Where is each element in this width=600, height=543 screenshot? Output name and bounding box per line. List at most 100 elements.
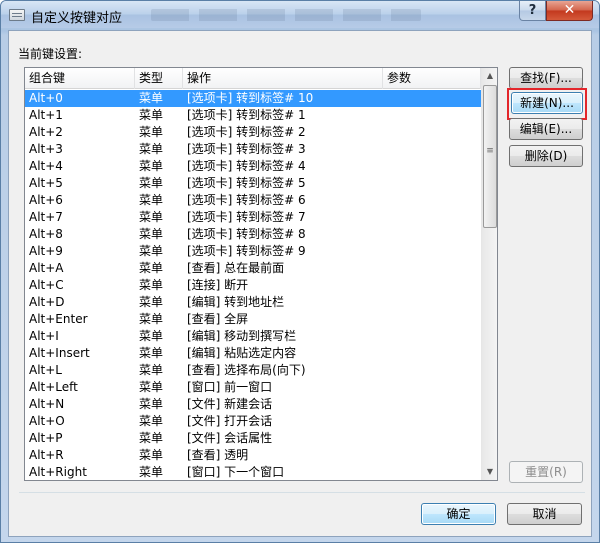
row-type-cell: 菜单 (139, 142, 164, 156)
current-key-settings-label: 当前键设置: (18, 47, 83, 61)
row-type-cell: 菜单 (139, 295, 164, 309)
row-key-cell: Alt+C (29, 278, 64, 292)
dialog-window: 自定义按键对应 ? ✕ 当前键设置: 组合键 类型 操作 参数 Alt+0 菜单 [… (0, 0, 600, 543)
row-key-cell: Alt+Left (29, 380, 78, 394)
row-key-cell: Alt+P (29, 431, 63, 445)
ok-button[interactable]: 确定 (421, 503, 496, 525)
row-key-cell: Alt+Right (29, 465, 87, 479)
table-row[interactable]: Alt+Right 菜单 [窗口] 下一个窗口 (25, 464, 481, 480)
find-button[interactable]: 查找(F)... (509, 67, 583, 89)
row-action-cell: [窗口] 下一个窗口 (187, 465, 285, 479)
row-action-cell: [选项卡] 转到标签# 2 (187, 125, 306, 139)
table-row[interactable]: Alt+P 菜单 [文件] 会话属性 (25, 430, 481, 447)
row-action-cell: [选项卡] 转到标签# 10 (187, 91, 314, 105)
window-title: 自定义按键对应 (31, 11, 123, 26)
row-action-cell: [选项卡] 转到标签# 9 (187, 244, 306, 258)
table-row[interactable]: Alt+6 菜单 [选项卡] 转到标签# 6 (25, 192, 481, 209)
row-action-cell: [文件] 会话属性 (187, 431, 273, 445)
row-action-cell: [编辑] 转到地址栏 (187, 295, 285, 309)
row-type-cell: 菜单 (139, 414, 164, 428)
row-key-cell: Alt+5 (29, 176, 63, 190)
row-type-cell: 菜单 (139, 346, 164, 360)
row-type-cell: 菜单 (139, 227, 164, 241)
vertical-scrollbar[interactable]: ▲ ≡ ▼ (481, 68, 497, 480)
table-row[interactable]: Alt+D 菜单 [编辑] 转到地址栏 (25, 294, 481, 311)
close-button[interactable]: ✕ (546, 1, 593, 21)
table-row[interactable]: Alt+L 菜单 [查看] 选择布局(向下) (25, 362, 481, 379)
row-key-cell: Alt+I (29, 329, 59, 343)
row-type-cell: 菜单 (139, 159, 164, 173)
scroll-up-arrow-icon[interactable]: ▲ (482, 68, 497, 84)
table-row[interactable]: Alt+4 菜单 [选项卡] 转到标签# 4 (25, 158, 481, 175)
row-key-cell: Alt+2 (29, 125, 63, 139)
table-row[interactable]: Alt+C 菜单 [连接] 断开 (25, 277, 481, 294)
row-key-cell: Alt+1 (29, 108, 63, 122)
row-type-cell: 菜单 (139, 125, 164, 139)
row-type-cell: 菜单 (139, 465, 164, 479)
row-type-cell: 菜单 (139, 329, 164, 343)
reset-button[interactable]: 重置(R) (509, 461, 583, 483)
row-type-cell: 菜单 (139, 210, 164, 224)
row-action-cell: [编辑] 粘贴选定内容 (187, 346, 297, 360)
key-mapping-list[interactable]: 组合键 类型 操作 参数 Alt+0 菜单 [选项卡] 转到标签# 10 Alt+1 菜… (24, 67, 498, 481)
table-row[interactable]: Alt+9 菜单 [选项卡] 转到标签# 9 (25, 243, 481, 260)
row-key-cell: Alt+A (29, 261, 64, 275)
row-action-cell: [文件] 新建会话 (187, 397, 273, 411)
row-action-cell: [选项卡] 转到标签# 1 (187, 108, 306, 122)
row-type-cell: 菜单 (139, 278, 164, 292)
table-row[interactable]: Alt+N 菜单 [文件] 新建会话 (25, 396, 481, 413)
row-key-cell: Alt+R (29, 448, 64, 462)
table-row[interactable]: Alt+8 菜单 [选项卡] 转到标签# 8 (25, 226, 481, 243)
row-key-cell: Alt+6 (29, 193, 63, 207)
row-type-cell: 菜单 (139, 176, 164, 190)
row-key-cell: Alt+N (29, 397, 65, 411)
row-type-cell: 菜单 (139, 312, 164, 326)
table-row[interactable]: Alt+7 菜单 [选项卡] 转到标签# 7 (25, 209, 481, 226)
table-row[interactable]: Alt+Insert 菜单 [编辑] 粘贴选定内容 (25, 345, 481, 362)
row-action-cell: [文件] 打开会话 (187, 414, 273, 428)
delete-button[interactable]: 删除(D) (509, 145, 583, 167)
table-row[interactable]: Alt+O 菜单 [文件] 打开会话 (25, 413, 481, 430)
row-type-cell: 菜单 (139, 363, 164, 377)
row-type-cell: 菜单 (139, 380, 164, 394)
help-button[interactable]: ? (519, 1, 546, 21)
table-row[interactable]: Alt+Enter 菜单 [查看] 全屏 (25, 311, 481, 328)
list-header: 组合键 类型 操作 参数 (25, 68, 481, 89)
column-header-action[interactable]: 操作 (183, 68, 383, 89)
row-key-cell: Alt+O (29, 414, 65, 428)
scroll-down-arrow-icon[interactable]: ▼ (482, 464, 497, 480)
table-row[interactable]: Alt+R 菜单 [查看] 透明 (25, 447, 481, 464)
column-header-key[interactable]: 组合键 (25, 68, 135, 89)
row-key-cell: Alt+0 (29, 91, 63, 105)
row-action-cell: [连接] 断开 (187, 278, 249, 292)
table-row[interactable]: Alt+A 菜单 [查看] 总在最前面 (25, 260, 481, 277)
row-key-cell: Alt+9 (29, 244, 63, 258)
row-action-cell: [选项卡] 转到标签# 3 (187, 142, 306, 156)
scroll-thumb[interactable]: ≡ (483, 85, 497, 228)
table-row[interactable]: Alt+1 菜单 [选项卡] 转到标签# 1 (25, 107, 481, 124)
cancel-button[interactable]: 取消 (507, 503, 582, 525)
table-row[interactable]: Alt+0 菜单 [选项卡] 转到标签# 10 (25, 90, 481, 107)
row-action-cell: [编辑] 移动到撰写栏 (187, 329, 297, 343)
row-action-cell: [查看] 总在最前面 (187, 261, 285, 275)
row-action-cell: [窗口] 前一窗口 (187, 380, 273, 394)
table-row[interactable]: Alt+2 菜单 [选项卡] 转到标签# 2 (25, 124, 481, 141)
row-action-cell: [查看] 选择布局(向下) (187, 363, 306, 377)
column-header-type[interactable]: 类型 (135, 68, 183, 89)
table-row[interactable]: Alt+3 菜单 [选项卡] 转到标签# 3 (25, 141, 481, 158)
row-key-cell: Alt+4 (29, 159, 63, 173)
table-row[interactable]: Alt+Left 菜单 [窗口] 前一窗口 (25, 379, 481, 396)
row-type-cell: 菜单 (139, 244, 164, 258)
row-action-cell: [选项卡] 转到标签# 5 (187, 176, 306, 190)
table-row[interactable]: Alt+I 菜单 [编辑] 移动到撰写栏 (25, 328, 481, 345)
edit-button[interactable]: 编辑(E)... (509, 118, 583, 140)
annotation-highlight-box (507, 88, 587, 120)
title-bar[interactable]: 自定义按键对应 ? ✕ (1, 1, 599, 28)
row-action-cell: [选项卡] 转到标签# 4 (187, 159, 306, 173)
table-row[interactable]: Alt+5 菜单 [选项卡] 转到标签# 5 (25, 175, 481, 192)
list-body: Alt+0 菜单 [选项卡] 转到标签# 10 Alt+1 菜单 [选项卡] 转到标签# … (25, 90, 481, 480)
column-header-param[interactable]: 参数 (383, 68, 481, 89)
row-action-cell: [选项卡] 转到标签# 8 (187, 227, 306, 241)
row-type-cell: 菜单 (139, 108, 164, 122)
row-action-cell: [选项卡] 转到标签# 7 (187, 210, 306, 224)
